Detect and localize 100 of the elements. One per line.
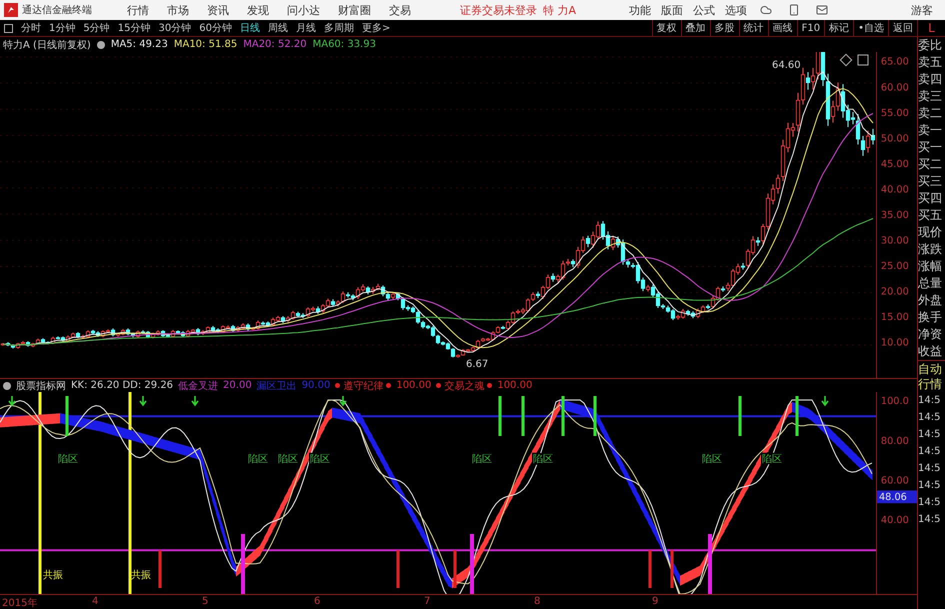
period-tab[interactable]: 多周期 <box>320 21 358 35</box>
trade-time: 14:5 <box>918 445 942 459</box>
zone-label: 陷区 <box>58 454 78 465</box>
resonance-label: 共振 <box>131 570 151 581</box>
diamond-icon[interactable] <box>840 54 852 66</box>
login-status: 证券交易未登录 <box>460 2 537 18</box>
quote-field-label: 外盘 <box>918 292 943 309</box>
resonance-label: 共振 <box>43 570 63 581</box>
quote-field-label: 现价 <box>918 224 943 241</box>
menu-item[interactable]: 问小达 <box>278 2 329 18</box>
menu-item[interactable]: 财富圈 <box>329 2 380 18</box>
quote-field-label: 涨幅 <box>918 258 943 275</box>
indicator-readings: KK: 26.20 DD: 29.26 <box>71 380 174 391</box>
tool-menu-item[interactable]: 功能 <box>624 2 656 18</box>
signal-name: 漏区卫出 <box>256 380 297 392</box>
phone-icon[interactable] <box>788 4 800 16</box>
zone-label: 陷区 <box>702 454 722 465</box>
price-axis-label: 60.00 <box>880 82 909 94</box>
quote-field-label: 委比 <box>918 37 943 54</box>
price-axis-label: 35.00 <box>880 210 909 221</box>
market-label: 行情 <box>918 376 943 392</box>
indicator-title: 股票指标网 <box>16 380 66 392</box>
indicator-axis-label: 60.00 <box>880 475 909 486</box>
quote-field-label: 净资 <box>918 326 943 343</box>
quote-field-label: 卖一 <box>918 122 943 139</box>
signal-value: 20.00 <box>223 380 252 391</box>
period-tab[interactable]: 60分钟 <box>195 21 236 35</box>
menu-item[interactable]: 市场 <box>158 2 198 18</box>
period-tab[interactable]: 15分钟 <box>114 21 154 35</box>
moving-average-value: MA10: 51.85 <box>174 39 238 50</box>
menu-item[interactable]: 发现 <box>238 2 278 18</box>
date-axis-label: 4 <box>92 596 98 607</box>
quote-field-label: 总量 <box>918 275 943 292</box>
user-label[interactable]: 游客 <box>902 2 945 18</box>
signal-value: 100.00 <box>396 380 432 391</box>
price-axis-label: 40.00 <box>880 184 909 196</box>
trade-time: 14:5 <box>918 479 942 493</box>
price-axis-label: 10.00 <box>880 338 909 349</box>
quote-field-label: 换手 <box>918 309 943 326</box>
period-tab[interactable]: 周线 <box>264 21 292 35</box>
app-logo-icon <box>4 3 18 17</box>
stock-name: 特 力A <box>543 2 576 18</box>
tool-menu-item[interactable]: 选项 <box>720 2 752 18</box>
price-axis-label: 50.00 <box>880 133 909 144</box>
quote-field-label: 买五 <box>918 207 943 224</box>
square-icon[interactable] <box>4 24 13 32</box>
trade-time: 14:5 <box>918 428 942 442</box>
menu-item[interactable]: 资讯 <box>198 2 238 18</box>
zone-label: 陷区 <box>248 454 268 465</box>
date-axis-label: 6 <box>314 596 320 607</box>
trade-time: 14:5 <box>918 513 942 527</box>
corner-label: L <box>917 20 945 36</box>
tool-menu-item[interactable]: 版面 <box>656 2 688 18</box>
quote-field-label: 买四 <box>918 190 943 207</box>
period-tab[interactable]: 1分钟 <box>45 21 80 35</box>
price-axis-label: 55.00 <box>880 108 909 119</box>
app-title: 通达信金融终端 <box>22 4 92 17</box>
menu-item[interactable]: 交易 <box>380 2 420 18</box>
quote-field-label: 卖五 <box>918 54 943 71</box>
signal-value: 100.00 <box>497 380 532 391</box>
moving-average-value: MA60: 33.93 <box>312 39 376 50</box>
price-axis-label: 45.00 <box>880 158 909 170</box>
tool-menu-item[interactable]: 公式 <box>688 2 720 18</box>
quote-field-label: 买二 <box>918 156 943 173</box>
quote-field-label: 收益 <box>918 343 943 360</box>
moving-average-value: MA20: 52.20 <box>243 39 307 50</box>
signal-value: 90.00 <box>302 380 330 391</box>
more-link[interactable]: 更多> <box>358 21 394 35</box>
price-axis-label: 15.00 <box>880 312 909 324</box>
signal-name: 低金叉进 <box>178 380 218 392</box>
price-axis-label: 20.00 <box>880 286 909 298</box>
moving-average-value: MA5: 49.23 <box>110 39 168 50</box>
price-axis-label: 25.00 <box>880 261 909 272</box>
date-axis-label: 8 <box>534 596 540 607</box>
period-tab[interactable]: 月线 <box>292 21 320 35</box>
signal-name: 遵守纪律 <box>335 378 392 392</box>
period-tab[interactable]: 日线 <box>236 21 264 35</box>
menu-item[interactable]: 行情 <box>118 2 158 18</box>
quote-field-label: 涨跌 <box>918 241 943 258</box>
quote-field-label: 买三 <box>918 173 943 190</box>
zone-label: 陷区 <box>278 454 298 465</box>
price-axis-label: 30.00 <box>880 236 909 247</box>
high-price-label: 64.60 <box>772 60 801 71</box>
cloud-icon[interactable] <box>760 4 772 16</box>
indicator-axis-label: 40.00 <box>880 515 909 526</box>
period-tab[interactable]: 分时 <box>17 21 45 35</box>
period-tab[interactable]: 5分钟 <box>79 21 114 35</box>
panel-icon[interactable] <box>858 54 868 66</box>
date-axis-label: 5 <box>202 596 208 607</box>
indicator-axis-label: 80.00 <box>880 436 909 447</box>
date-axis-label: 2015年 <box>2 597 38 609</box>
zone-label: 陷区 <box>310 454 330 465</box>
zone-label: 陷区 <box>472 454 492 465</box>
quote-field-label: 买一 <box>918 139 943 156</box>
period-tab[interactable]: 30分钟 <box>154 21 196 35</box>
date-axis-label: 9 <box>652 596 658 607</box>
trade-time: 14:5 <box>918 411 942 425</box>
auto-label: 自动 <box>918 360 945 376</box>
mail-icon[interactable] <box>816 4 828 16</box>
date-axis-label: 7 <box>424 596 430 607</box>
